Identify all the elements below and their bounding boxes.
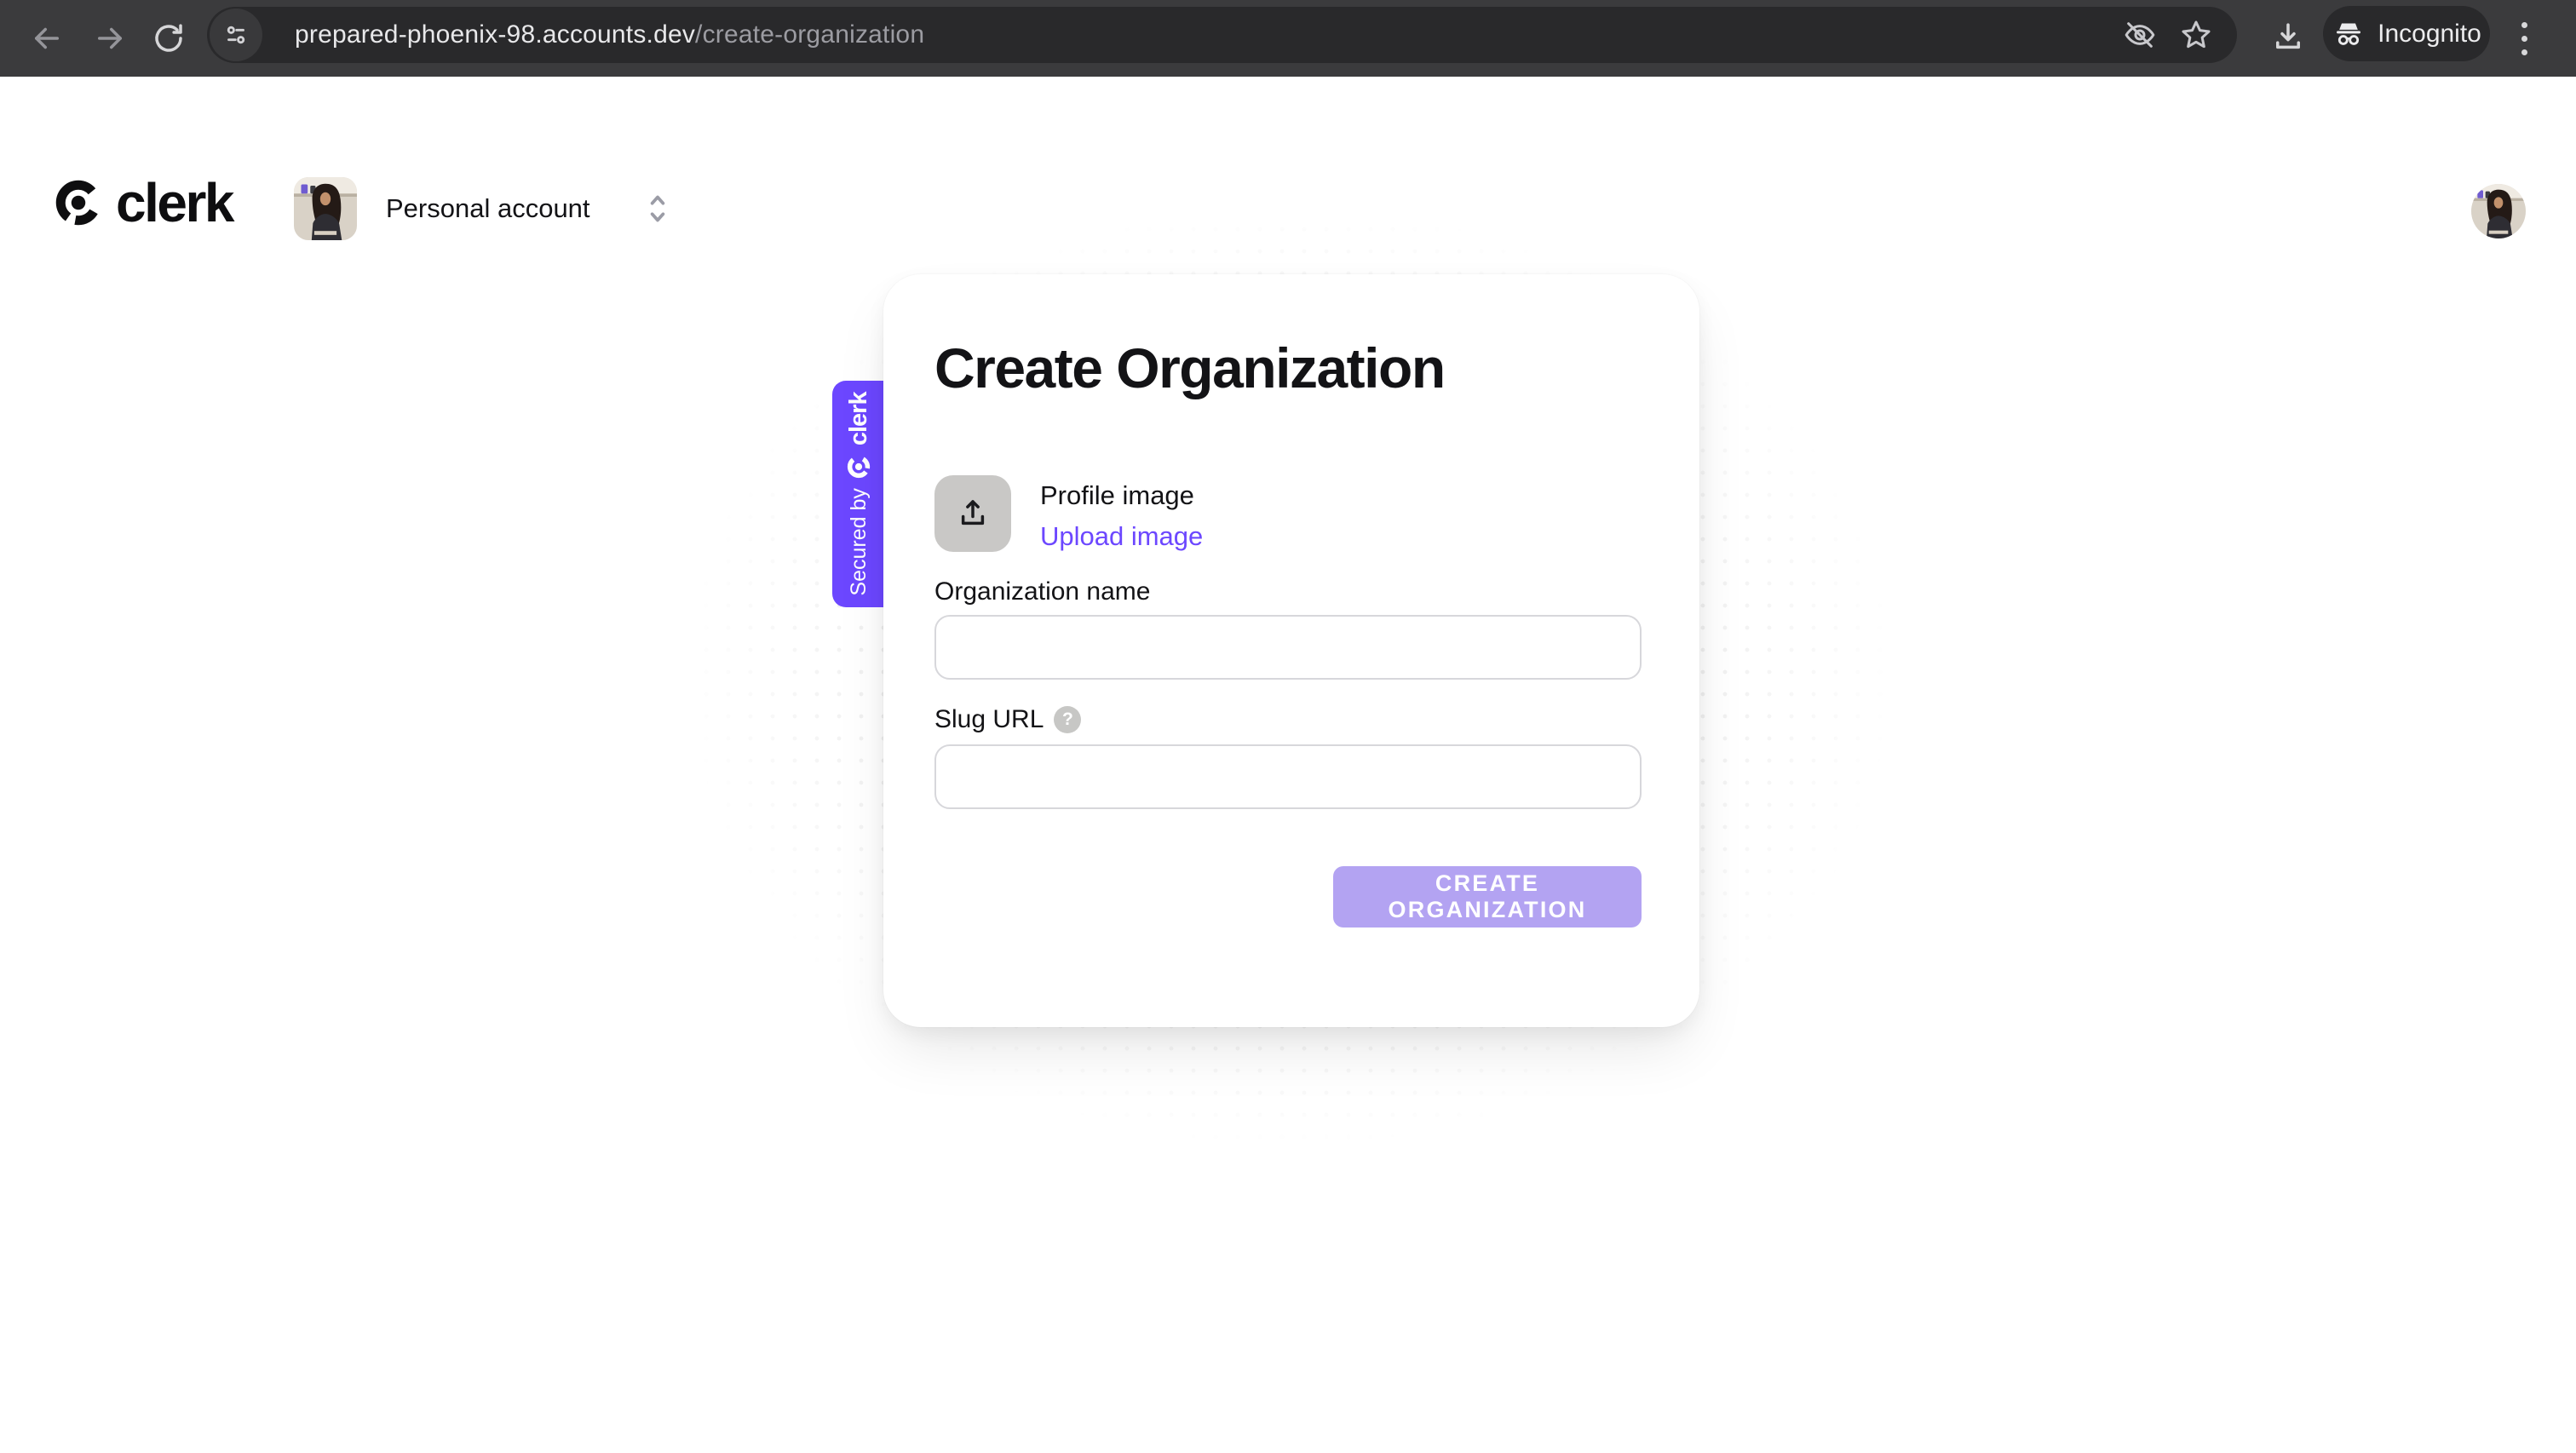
site-settings-button[interactable] [210,9,262,61]
help-icon[interactable]: ? [1054,706,1082,733]
slug-url-label: Slug URL [934,705,1044,733]
secured-by-clerk-badge[interactable]: Secured by clerk [832,381,885,607]
incognito-label: Incognito [2378,19,2481,48]
url-path: /create-organization [695,20,925,49]
page-header: clerk Personal account [0,77,2576,240]
organization-name-label: Organization name [934,577,1151,606]
eye-off-icon[interactable] [2123,18,2157,52]
card-title: Create Organization [934,336,1446,399]
url-domain: prepared-phoenix-98.accounts.dev [295,20,696,49]
screen: prepared-phoenix-98.accounts.dev/create-… [0,0,2576,1453]
slug-url-input[interactable] [934,744,1642,809]
bookmark-star-icon[interactable] [2179,18,2213,52]
secured-by-clerk-content: Secured by clerk [832,381,885,607]
slug-url-label-row: Slug URL ? [934,705,1082,734]
clerk-logo-icon [55,180,101,226]
url-bar[interactable]: prepared-phoenix-98.accounts.dev/create-… [207,7,2237,63]
clerk-wordmark: clerk [116,172,234,233]
chevron-up-down-icon [650,195,664,222]
profile-image-label: Profile image [1040,480,1194,510]
urlbar-actions [2123,18,2213,52]
secured-by-text: Secured by [846,488,871,596]
url-text[interactable]: prepared-phoenix-98.accounts.dev/create-… [295,20,2123,49]
back-button[interactable] [19,10,75,66]
clerk-logo-icon-white [847,456,871,479]
incognito-badge[interactable]: Incognito [2323,6,2490,61]
create-organization-button[interactable]: CREATE ORGANIZATION [1333,866,1642,928]
account-avatar [294,177,357,240]
download-icon [2276,23,2300,49]
organization-name-input[interactable] [934,615,1642,680]
upload-icon [961,500,985,525]
create-organization-card: Create Organization Profile image Upload… [883,274,1699,1027]
secured-by-brand: clerk [844,392,872,446]
account-switcher-label: Personal account [386,193,590,223]
clerk-brand: clerk [53,172,234,233]
forward-button[interactable] [82,10,138,66]
reload-icon [155,24,182,52]
incognito-icon [2337,23,2361,45]
back-arrow-icon [35,27,59,49]
reload-button[interactable] [141,10,197,66]
browser-toolbar: prepared-phoenix-98.accounts.dev/create-… [0,0,2576,77]
profile-image-upload-tile[interactable] [934,475,1011,552]
account-switcher[interactable]: Personal account [294,177,669,240]
user-avatar[interactable] [2471,184,2526,238]
forward-arrow-icon [98,27,122,49]
upload-image-link[interactable]: Upload image [1040,521,1203,552]
browser-menu-button[interactable] [2510,11,2539,66]
download-button[interactable] [2263,12,2314,63]
site-settings-icon [227,26,245,44]
